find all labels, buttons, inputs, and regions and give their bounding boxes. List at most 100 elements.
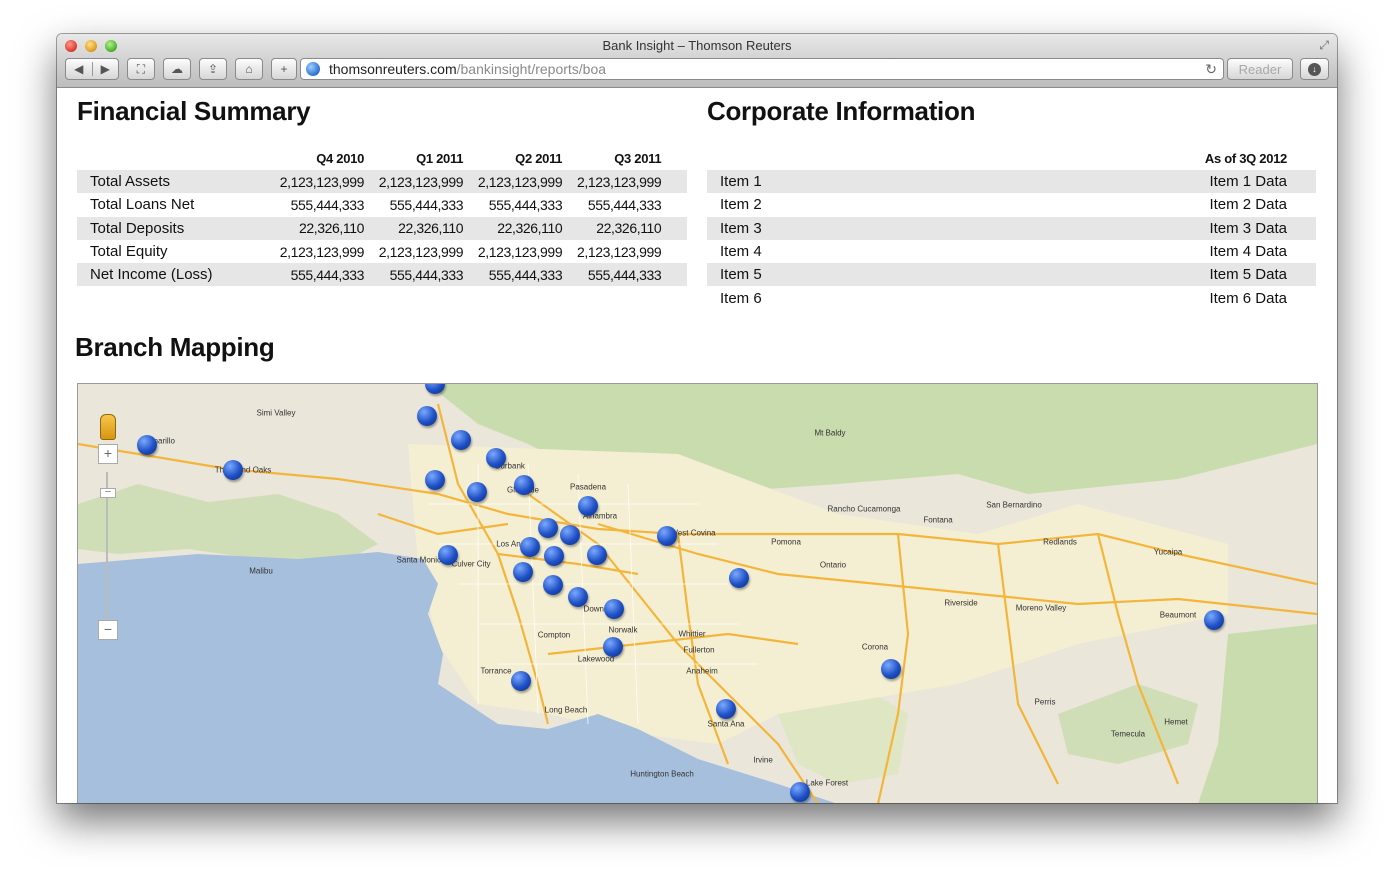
branch-marker[interactable] [417, 406, 437, 426]
window-title: Bank Insight – Thomson Reuters [602, 38, 792, 53]
branch-marker[interactable] [560, 525, 580, 545]
zoom-out-button[interactable]: − [98, 620, 118, 640]
map-place-label: Fontana [923, 515, 953, 525]
add-bookmark-button[interactable]: + [271, 58, 297, 80]
branch-marker[interactable] [729, 568, 749, 588]
row-label: Item 5 [707, 263, 908, 287]
branch-map[interactable]: Simi Valley Thousand Oaks Camarillo Santa M… [77, 383, 1318, 803]
address-bar[interactable]: thomsonreuters.com/bankinsight/reports/b… [300, 58, 1224, 80]
table-row: Total Deposits 22,326,110 22,326,110 22,326… [77, 216, 687, 240]
zoom-in-button[interactable]: + [98, 444, 118, 464]
table-row: Item 4 Item 4 Data [707, 240, 1316, 263]
branch-marker[interactable] [603, 637, 623, 657]
branch-marker[interactable] [657, 526, 677, 546]
row-value: Item 5 Data [907, 263, 1316, 287]
branch-marker[interactable] [520, 537, 540, 557]
branch-marker[interactable] [568, 587, 588, 607]
row-value: 2,123,123,999 [279, 243, 365, 260]
row-label: Net Income (Loss) [77, 263, 265, 287]
url-text[interactable]: thomsonreuters.com/bankinsight/reports/b… [329, 61, 606, 77]
row-value: 22,326,110 [562, 216, 662, 240]
row-value: 2,123,123,999 [477, 243, 563, 260]
map-place-label: Hemet [1164, 717, 1188, 727]
downloads-button[interactable]: ↓ [1300, 58, 1329, 80]
branch-marker[interactable] [137, 435, 157, 455]
row-value: 2,123,123,999 [576, 243, 662, 260]
table-row: Item 6 Item 6 Data [707, 286, 1316, 309]
row-value: 555,444,333 [587, 196, 662, 213]
row-value: 555,444,333 [389, 196, 464, 213]
row-value: 2,123,123,999 [562, 170, 662, 194]
column-header: Q1 2011 [416, 151, 464, 166]
column-header: Q3 2011 [614, 151, 662, 166]
row-label: Total Deposits [77, 216, 265, 240]
map-place-label: Ontario [819, 560, 847, 570]
map-place-label: Mt Baldy [814, 428, 846, 438]
zoom-slider-handle[interactable]: – [100, 487, 116, 498]
branch-marker[interactable] [538, 518, 558, 538]
reload-icon[interactable]: ↻ [1205, 61, 1217, 78]
map-place-label: Malibu [249, 566, 273, 576]
expand-icon: ⛶ [136, 61, 146, 76]
map-place-label: Whittier [678, 629, 706, 639]
map-place-label: Temecula [1110, 729, 1146, 739]
map-place-label: Simi Valley [256, 408, 296, 418]
branch-marker[interactable] [511, 671, 531, 691]
row-label: Item 2 [720, 196, 762, 214]
table-row: Item 1 Item 1 Data [707, 170, 1316, 194]
row-value: 22,326,110 [463, 216, 563, 240]
column-header: As of 3Q 2012 [1204, 151, 1287, 166]
map-place-label: Santa Ana [707, 719, 745, 729]
branch-marker[interactable] [790, 782, 810, 802]
row-label: Item 6 [720, 289, 762, 307]
branch-marker[interactable] [1204, 610, 1224, 630]
map-place-label: Anaheim [686, 666, 718, 676]
branch-marker[interactable] [438, 545, 458, 565]
branch-marker[interactable] [604, 599, 624, 619]
back-arrow-icon[interactable]: ◀ [66, 62, 93, 76]
home-button[interactable]: ⌂ [235, 58, 263, 80]
branch-marker[interactable] [467, 482, 487, 502]
plus-icon: + [280, 62, 288, 76]
branch-marker[interactable] [514, 475, 534, 495]
row-value: Item 2 Data [1209, 196, 1287, 214]
topsites-button[interactable]: ⛶ [127, 58, 155, 80]
globe-icon [306, 62, 320, 76]
row-value: 2,123,123,999 [378, 243, 464, 260]
fullscreen-icon[interactable]: ⤢ [1319, 38, 1329, 53]
forward-arrow-icon[interactable]: ▶ [93, 62, 119, 76]
row-value: Item 3 Data [907, 216, 1316, 240]
map-place-label: Redlands [1043, 537, 1077, 547]
map-place-label: Norwalk [608, 625, 638, 635]
branch-marker[interactable] [223, 460, 243, 480]
map-place-label: West Covina [670, 528, 716, 538]
map-place-label: Culver City [451, 559, 491, 569]
branch-marker[interactable] [578, 496, 598, 516]
map-tiles [78, 384, 1317, 803]
branch-marker[interactable] [486, 448, 506, 468]
row-label: Total Equity [90, 243, 168, 261]
branch-marker[interactable] [587, 545, 607, 565]
map-place-label: San Bernardino [986, 500, 1042, 510]
icloud-tabs-button[interactable]: ☁ [163, 58, 191, 80]
branch-marker[interactable] [881, 659, 901, 679]
branch-marker[interactable] [543, 575, 563, 595]
table-row: Total Equity 2,123,123,999 2,123,123,999 2,… [77, 240, 687, 263]
branch-marker[interactable] [716, 699, 736, 719]
map-place-label: Lake Forest [805, 778, 849, 788]
map-place-label: Moreno Valley [1015, 603, 1067, 613]
pegman-icon[interactable] [100, 414, 116, 440]
share-button[interactable]: ⇪ [199, 58, 227, 80]
home-icon: ⌂ [245, 62, 253, 76]
download-arrow-icon: ↓ [1308, 62, 1321, 76]
corporate-information-heading: Corporate Information [707, 96, 976, 126]
branch-marker[interactable] [544, 546, 564, 566]
financial-summary-table: Q4 2010 Q1 2011 Q2 2011 Q3 2011 Total As… [77, 140, 687, 287]
reader-button[interactable]: Reader [1227, 58, 1293, 80]
back-forward-buttons[interactable]: ◀ ▶ [65, 58, 119, 80]
branch-marker[interactable] [451, 430, 471, 450]
branch-marker[interactable] [513, 562, 533, 582]
branch-marker[interactable] [425, 470, 445, 490]
map-place-label: Pasadena [569, 482, 607, 492]
map-place-label: Huntington Beach [630, 769, 694, 779]
